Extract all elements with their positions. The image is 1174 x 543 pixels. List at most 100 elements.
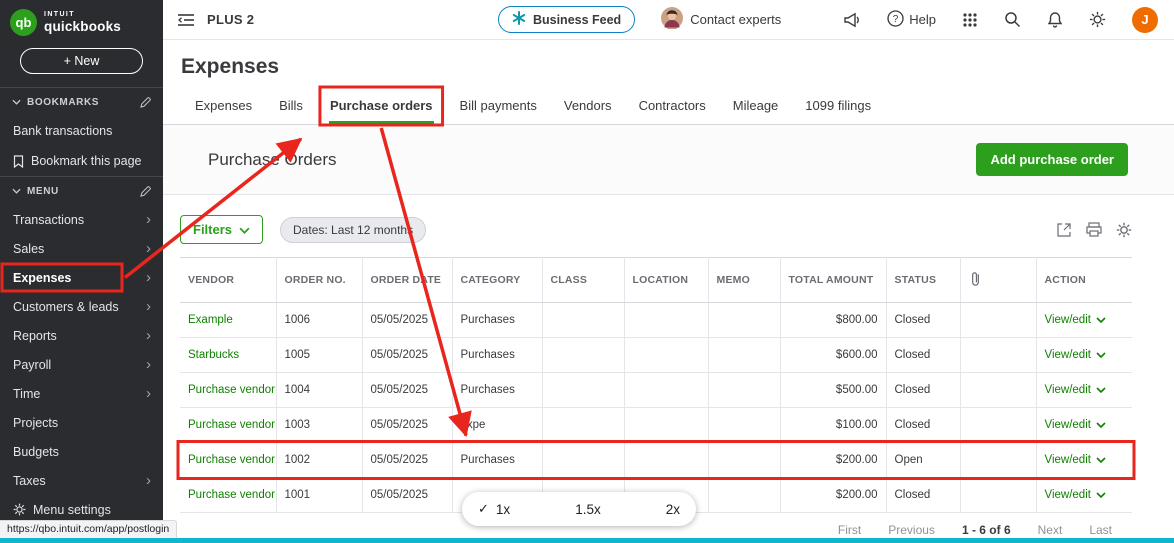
pagination-last[interactable]: Last — [1089, 523, 1112, 537]
sidebar-item-reports[interactable]: Reports › — [0, 321, 163, 350]
sidebar-item-bookmark-this-page[interactable]: Bookmark this page — [0, 146, 163, 176]
vendor-link[interactable]: Purchase vendor — [188, 419, 275, 431]
table-row: Example 1006 05/05/2025 Purchases $800.00 Clo… — [180, 302, 1132, 338]
zoom-option-1-5x[interactable]: 1.5x — [575, 502, 601, 517]
table-settings-gear-icon[interactable] — [1116, 222, 1132, 238]
quickbooks-logo: qb INTUIT quickbooks — [0, 0, 163, 44]
vendor-link[interactable]: Purchase vendor — [188, 384, 275, 396]
user-avatar[interactable]: J — [1132, 6, 1158, 33]
sidebar-item-label: Menu settings — [33, 502, 111, 517]
filters-button[interactable]: Filters — [180, 215, 264, 244]
cell-location — [624, 407, 709, 443]
sidebar-item-label: Reports — [13, 328, 57, 343]
purchase-orders-table-wrap: VENDOR ORDER NO. ORDER DATE CATEGORY CLASS LO… — [163, 257, 1174, 513]
cell-location — [624, 442, 709, 478]
column-header-vendor[interactable]: VENDOR — [180, 257, 277, 303]
sidebar-item-transactions[interactable]: Transactions › — [0, 205, 163, 234]
vendor-link[interactable]: Purchase vendor — [188, 454, 275, 466]
column-header-order-date[interactable]: ORDER DATE — [362, 257, 453, 303]
vendor-link[interactable]: Starbucks — [188, 349, 239, 361]
column-header-total-amount[interactable]: TOTAL AMOUNT — [780, 257, 887, 303]
tab-contractors[interactable]: Contractors — [638, 89, 707, 124]
logo-intuit-text: INTUIT — [44, 11, 75, 18]
tab-bill-payments[interactable]: Bill payments — [459, 89, 538, 124]
cell-category: Purchases — [452, 442, 543, 478]
sidebar-item-bank-transactions[interactable]: Bank transactions — [0, 116, 163, 146]
zoom-option-2x[interactable]: 2x — [666, 502, 680, 517]
gear-icon — [13, 503, 26, 516]
view-edit-link[interactable]: View/edit — [1045, 349, 1106, 361]
column-header-class[interactable]: CLASS — [542, 257, 625, 303]
tab-1099-filings[interactable]: 1099 filings — [804, 89, 872, 124]
column-header-attachments[interactable] — [960, 257, 1037, 303]
pagination-first[interactable]: First — [838, 523, 861, 537]
contact-experts-button[interactable]: Contact experts — [661, 7, 781, 32]
business-feed-button[interactable]: Business Feed — [497, 6, 636, 33]
column-header-status[interactable]: STATUS — [886, 257, 961, 303]
cell-order-date: 05/05/2025 — [362, 407, 453, 443]
new-button[interactable]: + New — [20, 48, 143, 74]
sidebar-item-label: Projects — [13, 415, 59, 430]
sidebar-item-payroll[interactable]: Payroll › — [0, 350, 163, 379]
chevron-right-icon: › — [146, 356, 151, 373]
pagination-next[interactable]: Next — [1038, 523, 1063, 537]
zoom-option-1x[interactable]: ✓ 1x — [478, 501, 510, 517]
help-button[interactable]: ? Help — [887, 9, 936, 30]
tab-mileage[interactable]: Mileage — [732, 89, 780, 124]
bookmarks-section-header[interactable]: BOOKMARKS — [0, 87, 163, 116]
sidebar-item-customers-leads[interactable]: Customers & leads › — [0, 292, 163, 321]
apps-grid-icon[interactable] — [962, 12, 978, 28]
chevron-down-icon — [1096, 492, 1106, 498]
table-body: Example 1006 05/05/2025 Purchases $800.00 Clo… — [180, 302, 1132, 513]
toolbar-icons — [1056, 222, 1132, 238]
edit-pencil-icon[interactable] — [140, 97, 151, 108]
search-icon[interactable] — [1004, 11, 1021, 28]
export-icon[interactable] — [1056, 222, 1072, 238]
cell-attachment — [960, 337, 1037, 373]
cell-category: expe — [452, 407, 543, 443]
view-edit-link[interactable]: View/edit — [1045, 419, 1106, 431]
sidebar-item-projects[interactable]: Projects — [0, 408, 163, 437]
tab-vendors[interactable]: Vendors — [563, 89, 613, 124]
tab-expenses[interactable]: Expenses — [194, 89, 253, 124]
edit-pencil-icon[interactable] — [140, 186, 151, 197]
view-edit-link[interactable]: View/edit — [1045, 489, 1106, 501]
vendor-link[interactable]: Example — [188, 314, 233, 326]
view-edit-link[interactable]: View/edit — [1045, 314, 1106, 326]
cell-vendor: Purchase vendor — [180, 407, 277, 443]
column-header-action[interactable]: ACTION — [1036, 257, 1132, 303]
sidebar-item-label: Bank transactions — [13, 124, 113, 138]
cell-status: Closed — [886, 407, 961, 443]
column-header-memo[interactable]: MEMO — [708, 257, 781, 303]
sidebar-item-expenses[interactable]: Expenses › — [0, 263, 163, 292]
cell-order-date: 05/05/2025 — [362, 337, 453, 373]
announcements-megaphone-icon[interactable] — [843, 12, 861, 28]
collapse-menu-icon[interactable] — [177, 13, 195, 27]
sidebar-item-budgets[interactable]: Budgets — [0, 437, 163, 466]
vendor-link[interactable]: Purchase vendor — [188, 489, 275, 501]
settings-gear-icon[interactable] — [1089, 11, 1106, 28]
cell-attachment — [960, 372, 1037, 408]
sidebar-item-taxes[interactable]: Taxes › — [0, 466, 163, 495]
tab-bills[interactable]: Bills — [278, 89, 304, 124]
view-edit-link[interactable]: View/edit — [1045, 454, 1106, 466]
sidebar-item-time[interactable]: Time › — [0, 379, 163, 408]
menu-section-header[interactable]: MENU — [0, 176, 163, 205]
tab-purchase-orders[interactable]: Purchase orders — [329, 89, 434, 124]
column-header-order-no[interactable]: ORDER NO. — [276, 257, 363, 303]
column-header-location[interactable]: LOCATION — [624, 257, 709, 303]
dates-filter-chip[interactable]: Dates: Last 12 months — [280, 216, 427, 243]
pagination-previous[interactable]: Previous — [888, 523, 935, 537]
table-header-row: VENDOR ORDER NO. ORDER DATE CATEGORY CLASS LO… — [180, 257, 1132, 303]
sidebar-item-label: Transactions — [13, 212, 85, 227]
view-edit-link[interactable]: View/edit — [1045, 384, 1106, 396]
sidebar-item-sales[interactable]: Sales › — [0, 234, 163, 263]
chevron-right-icon: › — [146, 240, 151, 257]
print-icon[interactable] — [1086, 222, 1102, 237]
cell-action: View/edit — [1036, 477, 1132, 513]
column-header-category[interactable]: CATEGORY — [452, 257, 543, 303]
notifications-bell-icon[interactable] — [1047, 11, 1063, 28]
chevron-down-icon — [1096, 457, 1106, 463]
add-purchase-order-button[interactable]: Add purchase order — [976, 143, 1128, 176]
sidebar: qb INTUIT quickbooks + New BOOKMARKS Ban… — [0, 0, 163, 543]
